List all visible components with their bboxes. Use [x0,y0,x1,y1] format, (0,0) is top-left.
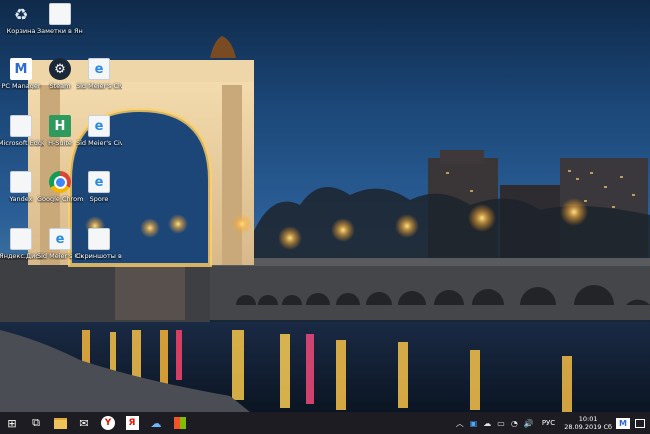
ie-shortcut-icon: e [88,171,110,193]
clock-date: 28.09.2019 Сб [564,423,613,431]
desktop-icon-screenshots[interactable]: Скриншоты в Яндекс.Д... [76,228,122,260]
system-tray: ︿ ▣ ☁ ▭ ◔ 🔊 РУС 10:01 28.09.2019 Сб M [453,412,650,434]
document-icon [10,171,32,193]
desktop-icon-spore[interactable]: e Spore [76,171,122,203]
desktop-icon-civ5[interactable]: e Sid Meier's Civilization V [76,115,122,147]
language-indicator[interactable]: РУС [537,419,560,427]
desktop[interactable]: ♻ Корзина Заметки в Яндекс.Дис... M PC M… [0,0,650,412]
document-icon [49,3,71,25]
desktop-icon-civ6-a[interactable]: e Sid Meier's Civilization VI [76,58,122,90]
yandex-browser-button[interactable]: Y [96,412,120,434]
document-icon [88,228,110,250]
document-icon [10,115,32,137]
task-view-icon: ⧉ [32,416,40,429]
windows-logo-icon: ⊞ [7,416,17,430]
desktop-icon-label: Заметки в Яндекс.Дис... [37,27,83,35]
cloud-sync-icon[interactable]: ☁ [480,419,494,428]
document-icon [10,228,32,250]
ie-shortcut-icon: e [49,228,71,250]
store-icon [174,417,186,429]
start-button[interactable]: ⊞ [0,412,24,434]
yandex-browser-icon: Y [101,416,115,430]
mail-button[interactable]: ✉ [72,412,96,434]
ie-shortcut-icon: e [88,115,110,137]
desktop-icon-label: Spore [89,195,109,203]
chevron-up-icon[interactable]: ︿ [453,418,467,429]
action-center-button[interactable] [630,412,650,434]
ie-shortcut-icon: e [88,58,110,80]
hsuite-icon: H [49,115,71,137]
file-explorer-button[interactable] [48,412,72,434]
volume-icon[interactable]: 🔊 [521,419,537,428]
desktop-icon-label: Скриншоты в Яндекс.Д... [76,252,122,260]
clock[interactable]: 10:01 28.09.2019 Сб [560,415,616,431]
taskbar: ⊞ ⧉ ✉ Y Я ☁ ︿ ▣ ☁ ▭ ◔ 🔊 РУС 10:01 28.09.… [0,412,650,434]
weather-button[interactable]: ☁ [144,412,168,434]
steam-icon: ⚙ [49,58,71,80]
desktop-icon-label: Sid Meier's Civilization VI [76,82,122,90]
yandex-icon: Я [125,416,139,430]
battery-icon[interactable]: ▭ [494,419,508,428]
mail-icon: ✉ [79,416,89,430]
folder-icon [53,417,67,429]
cloud-icon: ☁ [150,416,162,430]
chrome-icon [49,171,71,193]
pc-manager-tray-icon[interactable]: M [616,417,630,429]
store-button[interactable] [168,412,192,434]
clock-time: 10:01 [578,415,598,423]
wifi-icon[interactable]: ◔ [508,419,521,428]
yandex-button[interactable]: Я [120,412,144,434]
task-view-button[interactable]: ⧉ [24,412,48,434]
network-icon[interactable]: ▣ [467,419,481,428]
pc-manager-icon: M [10,58,32,80]
recycle-bin-icon: ♻ [13,4,29,24]
desktop-icon-notes[interactable]: Заметки в Яндекс.Дис... [37,3,83,35]
notification-icon [635,418,645,428]
desktop-icon-label: Sid Meier's Civilization V [76,139,122,147]
